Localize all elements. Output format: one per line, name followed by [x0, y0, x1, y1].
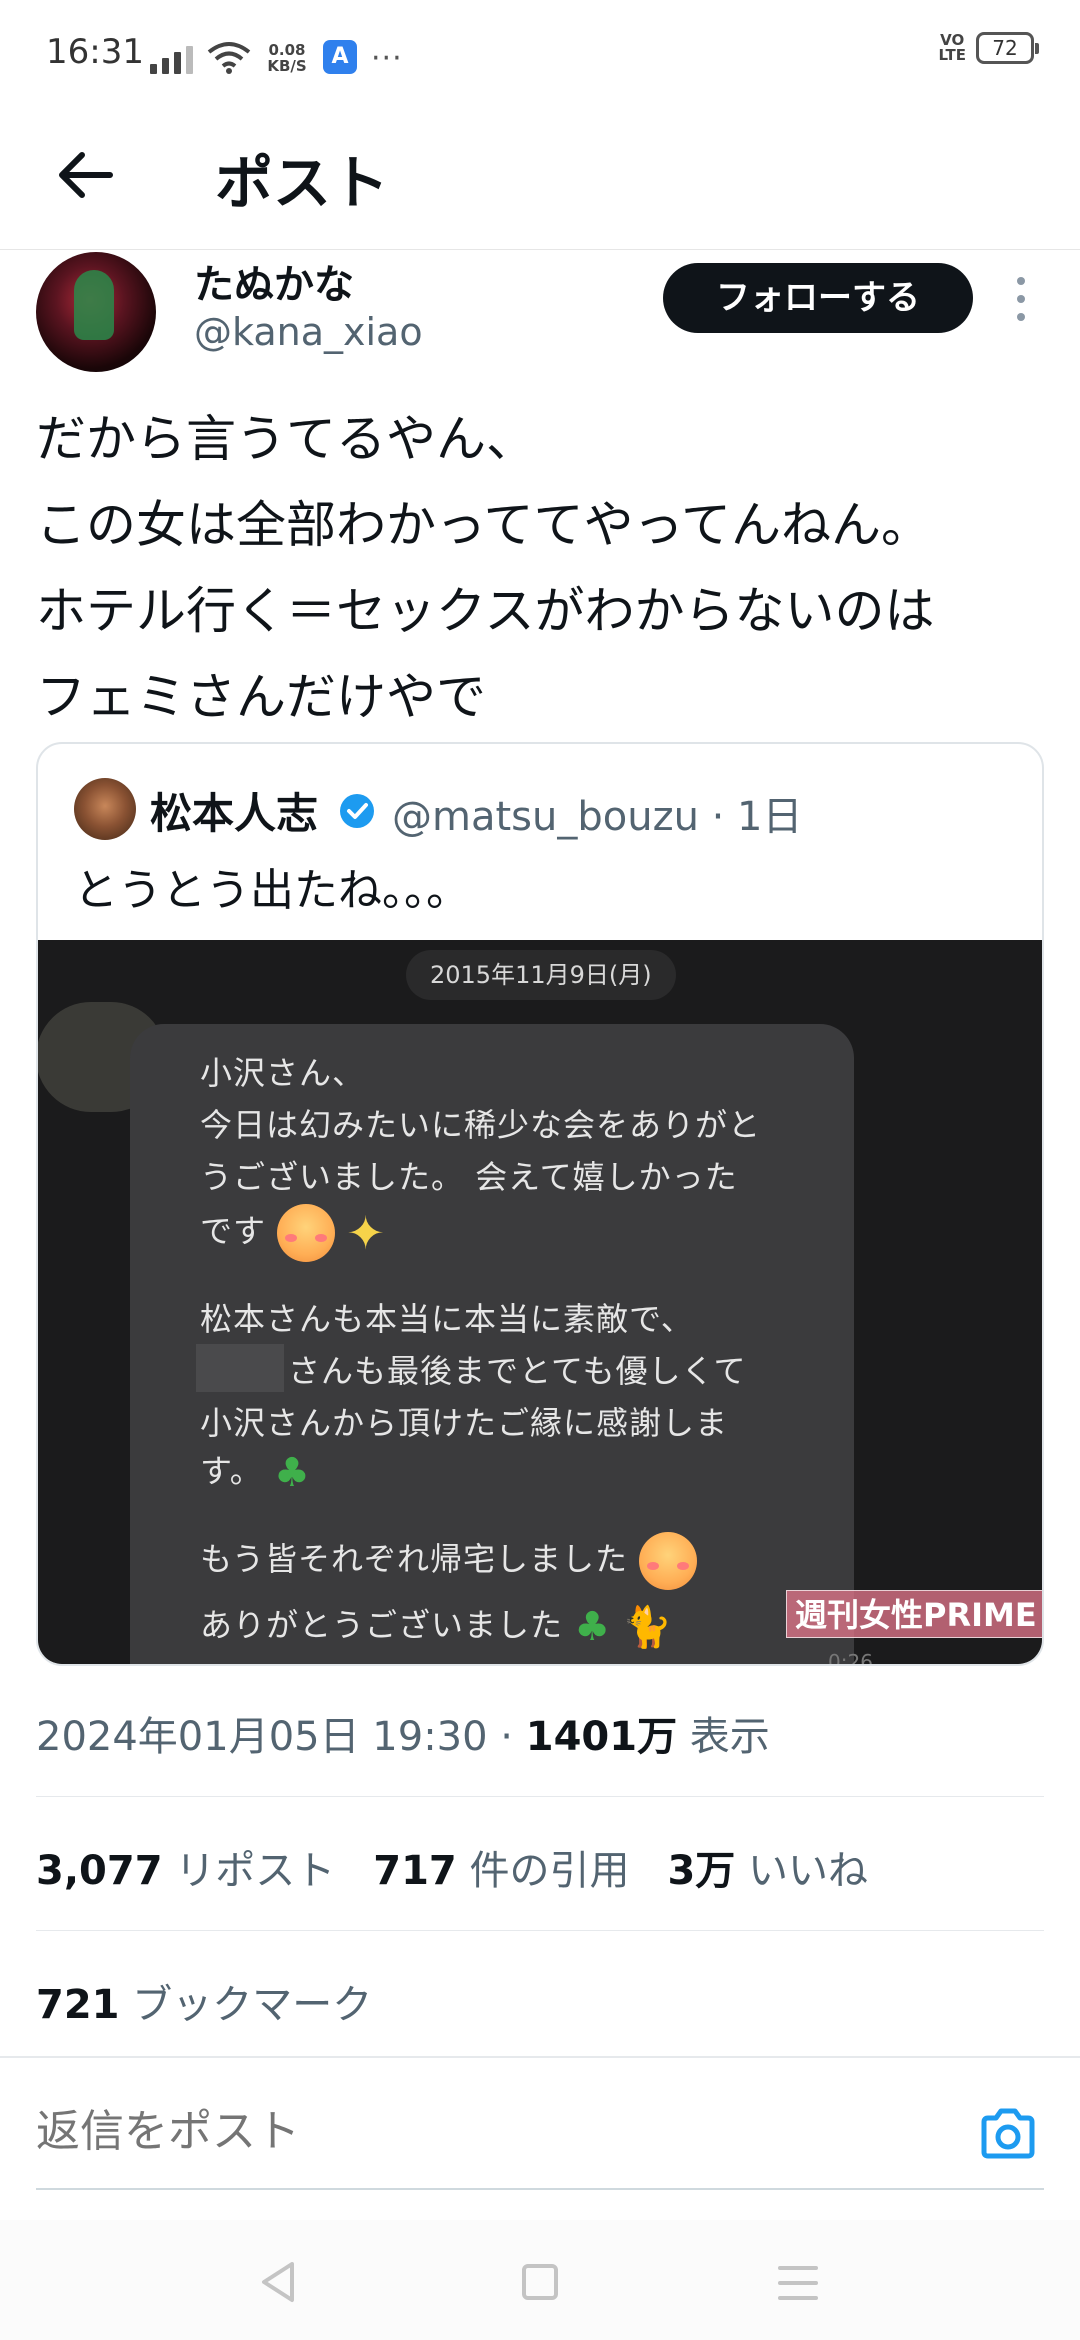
cat-emoji-icon: 🐈 — [622, 1604, 674, 1651]
likes-label: いいね — [735, 1848, 869, 1894]
chat-line: もう皆それぞれ帰宅しました — [200, 1540, 629, 1578]
likes-count: 3万 — [667, 1848, 736, 1894]
reposts-label: リポスト — [162, 1848, 336, 1894]
status-bar: 16:31 0.08 KB/S A ··· VO LTE 72 — [0, 0, 1080, 105]
watermark-logo: 週刊女性PRIME — [786, 1590, 1042, 1638]
tweet-line: だから言うてるやん、 — [36, 410, 536, 468]
smiling-face-emoji-icon — [639, 1532, 698, 1590]
wifi-icon — [207, 42, 251, 74]
engagement-stats: 3,077 リポスト 717 件の引用 3万 いいね — [36, 1838, 868, 1896]
chat-line: 松本さんも本当に本当に素敵で、 — [200, 1300, 694, 1338]
status-icons: 0.08 KB/S A ··· — [150, 30, 403, 74]
reply-bar — [0, 2056, 1080, 2190]
chat-line-with-emoji: す。 ♣ — [200, 1446, 311, 1496]
chat-line: ありがとうございました — [200, 1606, 564, 1644]
quoted-handle-time: @matsu_bouzu · 1日 — [392, 794, 803, 840]
net-speed: 0.08 KB/S — [265, 42, 309, 74]
system-nav-bar — [0, 2220, 1080, 2340]
reposts-stat[interactable]: 3,077 リポスト — [36, 1838, 335, 1896]
post-datetime: 2024年01月05日 19:30 · — [36, 1714, 526, 1760]
reply-input[interactable] — [36, 2106, 936, 2157]
app-header: ポスト — [0, 110, 1080, 250]
chat-line: です — [200, 1212, 267, 1250]
bookmarks-label: ブックマーク — [119, 1982, 373, 2028]
bookmarks-count: 721 — [36, 1982, 120, 2028]
nav-home-icon[interactable] — [522, 2264, 558, 2300]
chat-date-pill: 2015年11月9日(月) — [406, 950, 676, 1000]
chat-line: うございました。 会えて嬉しかった — [200, 1158, 738, 1196]
author-avatar[interactable] — [36, 252, 156, 372]
back-button[interactable] — [50, 140, 120, 210]
tweet-line: フェミさんだけやで — [36, 668, 486, 726]
likes-stat[interactable]: 3万 いいね — [667, 1838, 868, 1896]
follow-button[interactable]: フォローする — [663, 263, 973, 333]
app-notification-icon: A — [323, 40, 357, 74]
chat-line-with-emoji: です ✦ — [200, 1204, 386, 1262]
more-notifications-icon: ··· — [371, 41, 403, 76]
chat-line: 小沢さんから頂けたご縁に感謝しま — [200, 1404, 729, 1442]
chat-line: 今日は幻みたいに稀少な会をありがと — [200, 1106, 762, 1144]
volte-icon: VO LTE — [938, 31, 966, 64]
clover-emoji-icon: ♣ — [273, 1450, 311, 1496]
battery-icon: 72 — [976, 32, 1039, 64]
chat-line: す。 — [200, 1452, 263, 1490]
media-duration: 0:26 — [828, 1650, 873, 1666]
camera-icon[interactable] — [978, 2106, 1038, 2162]
clover-emoji-icon: ♣ — [574, 1604, 612, 1650]
tweet-line: この女は全部わかっててやってんねん。 — [36, 496, 931, 554]
verified-badge-icon — [340, 794, 374, 828]
quotes-stat[interactable]: 717 件の引用 — [373, 1838, 629, 1896]
tweet-text: だから言うてるやん、 この女は全部わかっててやってんねん。 ホテル行く＝セックス… — [36, 396, 1046, 740]
reposts-count: 3,077 — [36, 1848, 163, 1894]
chat-line: さんも最後までとても優しくて — [288, 1352, 747, 1390]
quoted-media-image[interactable]: 2015年11月9日(月) 小沢さん、 今日は幻みたいに稀少な会をありがと うご… — [38, 940, 1042, 1666]
divider — [36, 1796, 1044, 1797]
signal-icon — [150, 44, 193, 74]
nav-menu-icon[interactable] — [778, 2266, 818, 2300]
post-meta: 2024年01月05日 19:30 · 1401万 表示 — [36, 1704, 770, 1762]
divider — [36, 1930, 1044, 1931]
more-options-icon[interactable] — [1006, 277, 1036, 321]
quoted-post-card[interactable]: 松本人志 @matsu_bouzu · 1日 とうとう出たね。。。 2015年1… — [36, 742, 1044, 1666]
censor-block — [196, 1344, 284, 1392]
page-title: ポスト — [215, 149, 390, 217]
nav-back-icon[interactable] — [258, 2260, 298, 2304]
status-time: 16:31 — [46, 32, 144, 72]
reply-underline — [36, 2188, 1044, 2190]
chat-line-with-emoji: もう皆それぞれ帰宅しました — [200, 1532, 698, 1590]
quoted-author-name: 松本人志 — [150, 789, 319, 838]
quoted-author-avatar — [74, 778, 136, 840]
chat-line-with-emoji: ありがとうございました ♣ 🐈 — [200, 1600, 673, 1651]
author-handle[interactable]: @kana_xiao — [194, 310, 423, 354]
smiling-face-emoji-icon — [277, 1204, 336, 1262]
quotes-count: 717 — [373, 1848, 457, 1894]
quotes-label: 件の引用 — [456, 1848, 630, 1894]
author-display-name[interactable]: たぬかな — [194, 252, 354, 310]
quoted-text: とうとう出たね。。。 — [74, 865, 470, 916]
net-speed-unit: KB/S — [267, 57, 307, 75]
status-right: VO LTE 72 — [938, 31, 1039, 64]
net-speed-value: 0.08 — [268, 41, 306, 59]
chat-line: 小沢さん、 — [200, 1054, 366, 1092]
views-label: 表示 — [677, 1714, 770, 1760]
tweet-line: ホテル行く＝セックスがわからないのは — [36, 582, 935, 640]
views-count: 1401万 — [525, 1714, 678, 1760]
bookmarks-stat[interactable]: 721 ブックマーク — [36, 1972, 372, 2030]
sparkles-emoji-icon: ✦ — [346, 1206, 386, 1260]
